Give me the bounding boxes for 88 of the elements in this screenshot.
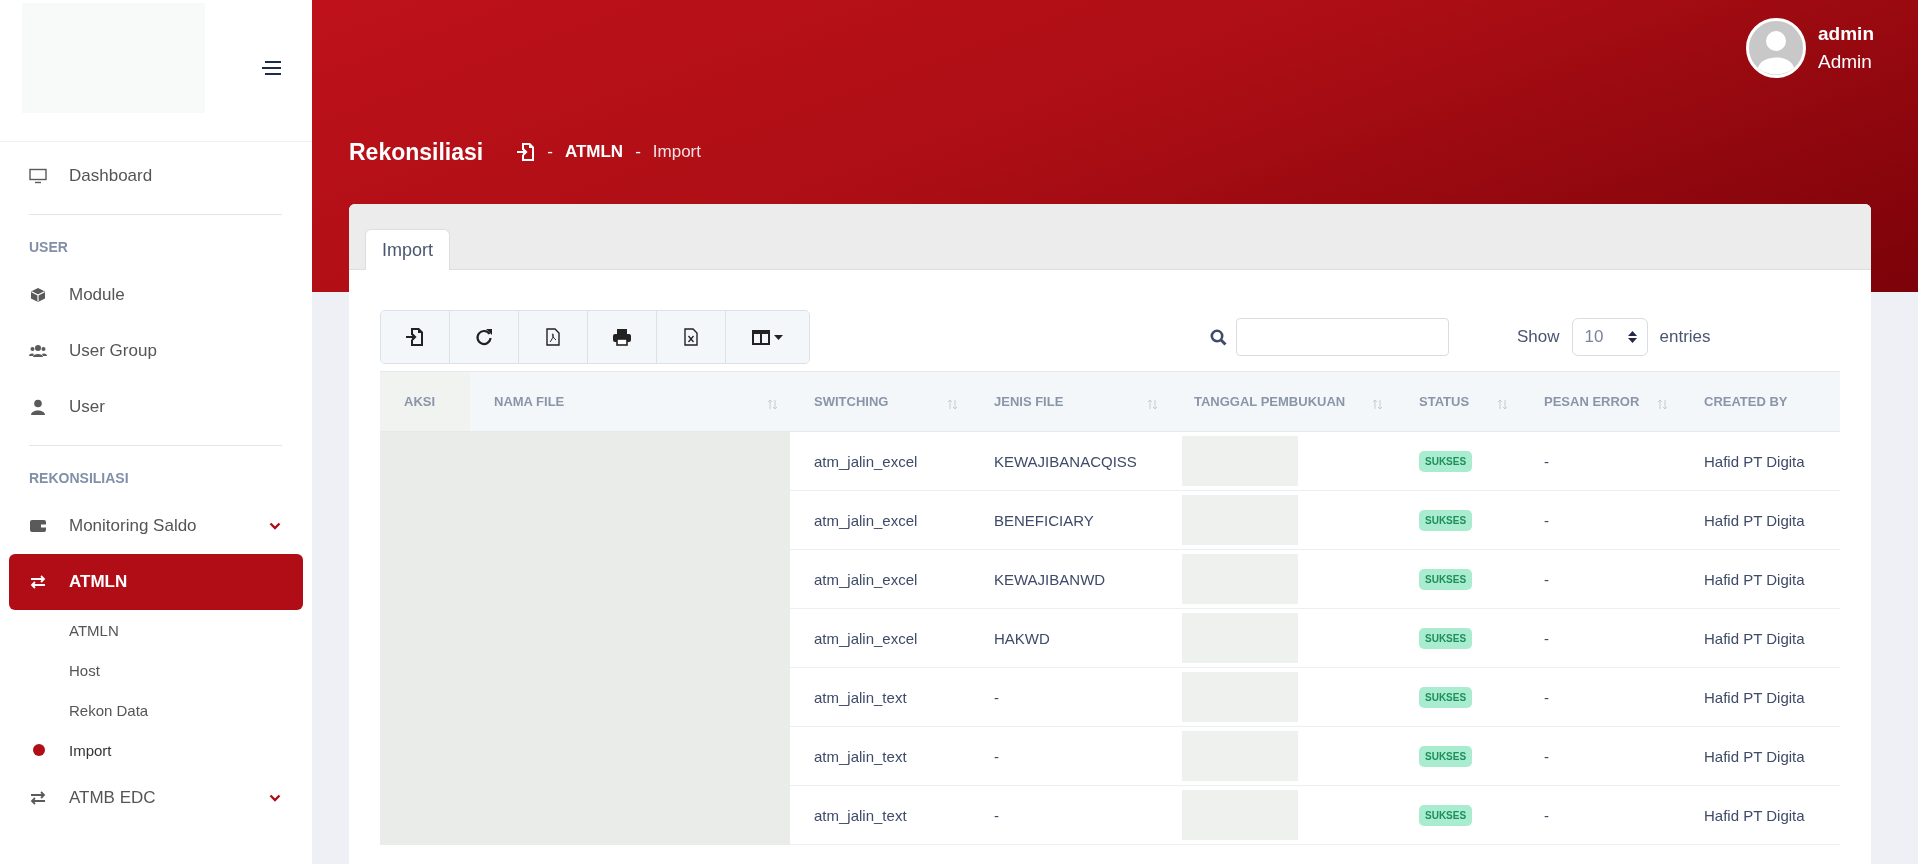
table-cell: - xyxy=(1520,490,1680,550)
sort-arrows-icon xyxy=(1147,399,1158,410)
exchange-icon xyxy=(29,790,47,806)
table-cell: atm_jalin_text xyxy=(790,785,970,845)
breadcrumb-separator: - xyxy=(635,142,641,162)
submenu-item[interactable]: Rekon Data xyxy=(0,690,312,730)
excel-file-icon xyxy=(684,328,698,346)
table-cell: - xyxy=(970,785,1170,845)
table-cell: Hafid PT Digita xyxy=(1680,726,1840,786)
page-title: Rekonsiliasi xyxy=(349,138,484,166)
columns-icon xyxy=(752,329,770,345)
status-badge: SUKSES xyxy=(1419,745,1473,767)
section-heading: USER xyxy=(28,238,69,257)
sidebar-item[interactable]: Module xyxy=(0,267,303,323)
user-role: Admin xyxy=(1818,51,1873,73)
table-cell: Hafid PT Digita xyxy=(1680,549,1840,609)
status-badge: SUKSES xyxy=(1419,686,1473,708)
table-cell: KEWAJIBANACQISS xyxy=(970,431,1170,491)
caret-icon xyxy=(774,334,783,340)
refresh-icon xyxy=(475,328,493,346)
table-cell: Hafid PT Digita xyxy=(1680,608,1840,668)
print-icon xyxy=(612,328,632,346)
sidebar-item[interactable]: User Group xyxy=(0,323,303,379)
sort-arrows-icon xyxy=(767,399,778,410)
section-heading: REKONSILIASI xyxy=(28,469,130,488)
status-badge: SUKSES xyxy=(1419,509,1473,531)
status-badge: SUKSES xyxy=(1419,627,1473,649)
submenu-item[interactable]: ATMLN xyxy=(0,610,312,650)
table-cell: Hafid PT Digita xyxy=(1680,785,1840,845)
breadcrumb-separator: - xyxy=(547,142,553,162)
breadcrumb-link[interactable]: ATMLN xyxy=(564,142,624,162)
table-cell: atm_jalin_excel xyxy=(790,608,970,668)
wallet-icon xyxy=(29,518,47,534)
table-cell: Hafid PT Digita xyxy=(1680,431,1840,491)
exchange-icon xyxy=(29,574,47,590)
status-badge: SUKSES xyxy=(1419,450,1473,472)
chevron-down-icon xyxy=(269,794,281,802)
table-cell: atm_jalin_text xyxy=(790,726,970,786)
table-cell: HAKWD xyxy=(970,608,1170,668)
cube-icon xyxy=(29,287,47,303)
table-cell: atm_jalin_excel xyxy=(790,431,970,491)
table-cell: - xyxy=(1520,608,1680,668)
sidebar-item[interactable]: Monitoring Saldo xyxy=(0,498,303,554)
status-badge: SUKSES xyxy=(1419,568,1473,590)
sort-arrows-icon xyxy=(1372,399,1383,410)
file-import-icon xyxy=(517,142,536,162)
user-icon xyxy=(29,399,47,415)
import-button[interactable] xyxy=(381,311,450,363)
sidebar-item[interactable]: Dashboard xyxy=(0,148,303,204)
chevron-down-icon xyxy=(269,522,281,530)
table-cell: atm_jalin_text xyxy=(790,667,970,727)
table-cell: - xyxy=(970,667,1170,727)
table-cell: - xyxy=(970,726,1170,786)
table-cell: - xyxy=(1520,431,1680,491)
sidebar-item[interactable]: ATMLN xyxy=(9,554,303,610)
sidebar-item[interactable]: ATMB EDC xyxy=(0,770,303,826)
table-cell: Hafid PT Digita xyxy=(1680,667,1840,727)
entries-select[interactable]: 10 xyxy=(1571,318,1648,356)
search-icon xyxy=(1210,328,1227,346)
breadcrumb-link[interactable]: Import xyxy=(652,142,701,162)
menu-icon[interactable] xyxy=(262,60,282,75)
table-cell: BENEFICIARY xyxy=(970,490,1170,550)
avatar-icon[interactable] xyxy=(1746,18,1807,78)
table-cell: atm_jalin_excel xyxy=(790,490,970,550)
table-cell: KEWAJIBANWD xyxy=(970,549,1170,609)
tab[interactable]: Import xyxy=(365,229,450,270)
submenu-item[interactable]: Import xyxy=(0,730,312,770)
users-icon xyxy=(29,343,47,359)
file-import-icon xyxy=(406,327,424,347)
status-badge: SUKSES xyxy=(1419,804,1473,826)
sort-icon xyxy=(1627,330,1637,344)
sort-arrows-icon xyxy=(947,399,958,410)
table-cell: Hafid PT Digita xyxy=(1680,490,1840,550)
table-cell: - xyxy=(1520,726,1680,786)
sort-arrows-icon xyxy=(1657,399,1668,410)
submenu-item[interactable]: Host xyxy=(0,650,312,690)
sort-arrows-icon xyxy=(1497,399,1508,410)
sidebar-item[interactable]: User xyxy=(0,379,303,435)
table-cell: atm_jalin_excel xyxy=(790,549,970,609)
search-field[interactable] xyxy=(1236,318,1449,356)
table-cell: - xyxy=(1520,549,1680,609)
pdf-file-icon xyxy=(546,328,560,346)
show-label: Show xyxy=(1517,327,1560,347)
user-name: admin xyxy=(1818,23,1874,45)
table-cell: - xyxy=(1520,785,1680,845)
entries-label: entries xyxy=(1659,327,1711,347)
monitor-icon xyxy=(29,168,47,184)
table-cell: - xyxy=(1520,667,1680,727)
